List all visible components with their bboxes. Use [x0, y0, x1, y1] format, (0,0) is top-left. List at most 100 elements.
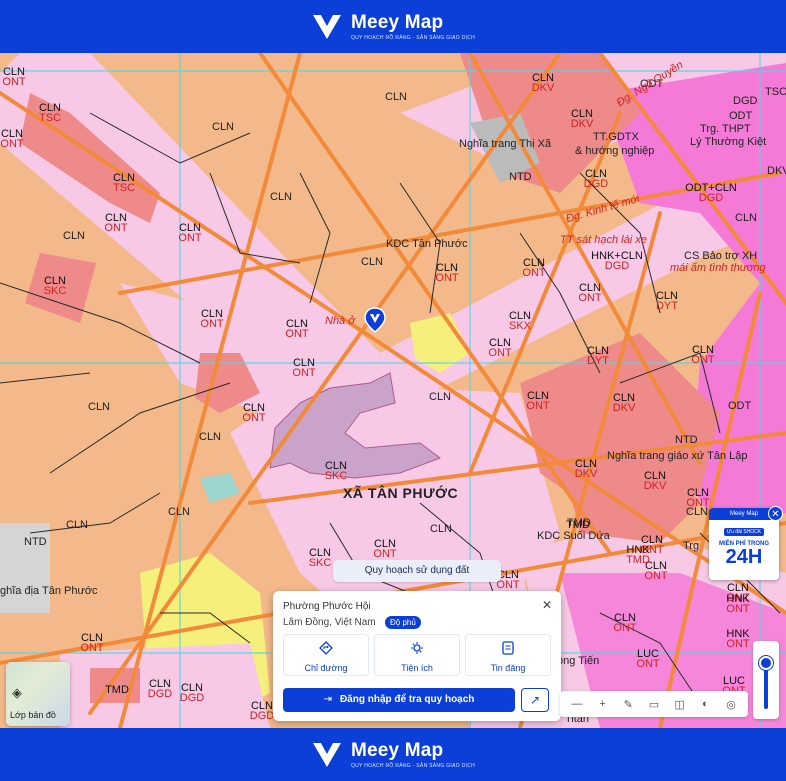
zone-label[interactable]: CLN ONT [0, 129, 23, 150]
listings-icon [502, 641, 514, 655]
school-label: Lý Thường Kiệt [690, 136, 767, 148]
layers-icon: ◈ [12, 685, 22, 700]
zone-label[interactable]: CLN SKC [325, 461, 348, 482]
zone-code-label: ODT [728, 400, 752, 412]
zone-label[interactable]: HNK ONT [726, 594, 749, 615]
planning-map[interactable]: CLN ONT CLN TSC CLN ONT CLN TSC CLN ONT CLN SK… [0, 53, 786, 728]
zone-label[interactable]: CLN ONT [80, 633, 103, 654]
zone-code-label: CLN [429, 391, 452, 403]
zone-label[interactable]: CLN ONT [285, 319, 308, 340]
zone-label[interactable]: CLN SKX [509, 311, 531, 332]
zone-code-label: CLN [212, 121, 235, 133]
zone-code-label: CLN [199, 431, 222, 443]
zone-label[interactable]: CLN DKV [575, 459, 598, 480]
zone-label[interactable]: CLN ONT [435, 263, 458, 284]
zone-label[interactable]: HNK TMD [626, 545, 650, 566]
cemetery-label: Nghĩa trang giáo xứ Tân Lập [607, 450, 748, 462]
panel-subtitle: Lâm Đồng, Việt Nam [283, 617, 376, 628]
poi-label: Nhà ở [325, 315, 355, 327]
map-layers-button[interactable]: ◈ Lớp bản đồ [6, 662, 70, 726]
zone-label[interactable]: CLN ONT [526, 391, 549, 412]
zone-label[interactable]: LUCONT [636, 649, 659, 670]
close-icon[interactable]: ✕ [542, 598, 552, 612]
zone-code-label: NTD [24, 536, 47, 548]
zone-label[interactable]: CLN DKV [571, 109, 594, 130]
zone-label[interactable]: CLN TSC [39, 103, 61, 124]
brand-tagline: QUY HOẠCH RÕ RÀNG - SẴN SÀNG GIAO DỊCH [350, 763, 476, 769]
zone-code-label: TSC [765, 86, 786, 98]
zone-label[interactable]: CLN ONT [522, 258, 545, 279]
zone-code-label: TMD [567, 517, 591, 529]
zone-code-label: DGD [733, 95, 758, 107]
zone-label[interactable]: CLN DYT [587, 346, 609, 367]
amenities-icon [411, 642, 423, 654]
zone-code-label: CLN [63, 230, 86, 242]
map-type-chip[interactable]: Quy hoạch sử dụng đất [333, 560, 501, 582]
promo-banner[interactable]: Meey Map Ưu đãi SHOCK MIỄN PHÍ TRONG 24H [709, 508, 779, 580]
zone-label[interactable]: HNK ONT [726, 629, 749, 650]
zone-code-label: NTD [509, 171, 532, 183]
zone-label[interactable]: CLN DKV [613, 393, 636, 414]
zone-label[interactable]: CLN ONT [104, 213, 127, 234]
zone-label[interactable]: ODT+CLN DGD [685, 183, 737, 204]
meey-logo-icon [312, 742, 341, 767]
zone-label[interactable]: CLN ONT [200, 309, 223, 330]
layers-label: Lớp bản đồ [10, 710, 56, 720]
zone-label[interactable]: CLN ONT [686, 488, 709, 509]
zone-label[interactable]: CLN SKC [309, 548, 332, 569]
zone-label[interactable]: CLN DGD [180, 683, 204, 704]
zone-label[interactable]: CLN ONT [488, 338, 511, 359]
close-icon[interactable]: ✕ [768, 506, 783, 521]
share-button[interactable]: ↗ [521, 688, 549, 712]
zone-label[interactable]: CLN DKV [644, 471, 667, 492]
zone-label[interactable]: CLN DGD [584, 169, 608, 190]
zone-label[interactable]: CLN ONT [242, 403, 265, 424]
zone-label[interactable]: CLN DGD [250, 701, 274, 722]
zone-label[interactable]: CLN ONT [691, 345, 714, 366]
kdc-tan-phuoc-label: KDC Tân Phước [386, 238, 468, 250]
location-pin-icon[interactable] [364, 307, 386, 333]
zone-label[interactable]: CLN ONT [373, 539, 396, 560]
ruler-icon[interactable]: — [569, 698, 585, 710]
listings-button[interactable]: Tin đăng [465, 634, 551, 676]
directions-button[interactable]: Chỉ đường [283, 634, 369, 676]
poi-label: mái ấm tình thương [670, 262, 766, 274]
zone-label[interactable]: TMD [105, 685, 129, 696]
cemetery-label: Nghĩa trang Thị Xã [459, 138, 552, 150]
zone-label[interactable]: CLN ONT [292, 358, 315, 379]
plus-icon[interactable]: + [595, 698, 611, 710]
login-icon: ⇥ [323, 694, 332, 705]
brand-logo-group[interactable]: Meey Map QUY HOẠCH RÕ RÀNG - SẴN SÀNG GI… [311, 740, 475, 770]
zone-code-label: CLN [430, 523, 453, 535]
amenities-button[interactable]: Tiện ích [374, 634, 460, 676]
map-toolbar: — + ✎ ▭ ◫ ◐ ◎ [560, 691, 748, 717]
road-label: Trg [683, 540, 700, 552]
brand-logo-group[interactable]: Meey Map QUY HOẠCH RÕ RÀNG - SẴN SÀNG GI… [311, 12, 475, 42]
social-center-label: CS Bảo trợ XH [684, 250, 758, 262]
zone-label[interactable]: CLN ONT [613, 613, 636, 634]
card-icon[interactable]: ▭ [646, 698, 662, 711]
zoom-slider[interactable] [753, 641, 779, 719]
zone-code-label: CLN [168, 506, 191, 518]
zone-label[interactable]: CLN DGD [148, 679, 172, 700]
zone-label[interactable]: CLN ONT [178, 223, 201, 244]
top-brand-bar: Meey Map QUY HOẠCH RÕ RÀNG - SẴN SÀNG GI… [0, 0, 786, 53]
zoom-handle[interactable] [759, 656, 773, 671]
draw-icon[interactable]: ✎ [620, 698, 636, 711]
zone-label[interactable]: CLN SKC [44, 276, 67, 297]
compare-icon[interactable]: ◐ [697, 698, 713, 710]
login-to-lookup-button[interactable]: ⇥ Đăng nhập để tra quy hoạch [283, 688, 515, 712]
coverage-badge[interactable]: Độ phủ [385, 616, 421, 629]
zone-label[interactable]: HNK+CLN DGD [591, 251, 643, 272]
school-label: Trg. THPT [700, 123, 751, 135]
kdc-suoi-dua-label: KDC Suối Dứa [537, 530, 610, 542]
zone-label[interactable]: CLN DKV [532, 73, 555, 94]
zone-label[interactable]: CLN ONT [2, 67, 25, 88]
zone-label[interactable]: CLN TSC [113, 173, 135, 194]
zone-label[interactable]: CLN DYT [656, 291, 678, 312]
split-icon[interactable]: ◫ [672, 698, 688, 711]
zone-code-label: CLN [361, 256, 384, 268]
zone-code-label: CLN [270, 191, 293, 203]
zone-label[interactable]: CLN ONT [578, 283, 601, 304]
locate-icon[interactable]: ◎ [723, 698, 739, 711]
